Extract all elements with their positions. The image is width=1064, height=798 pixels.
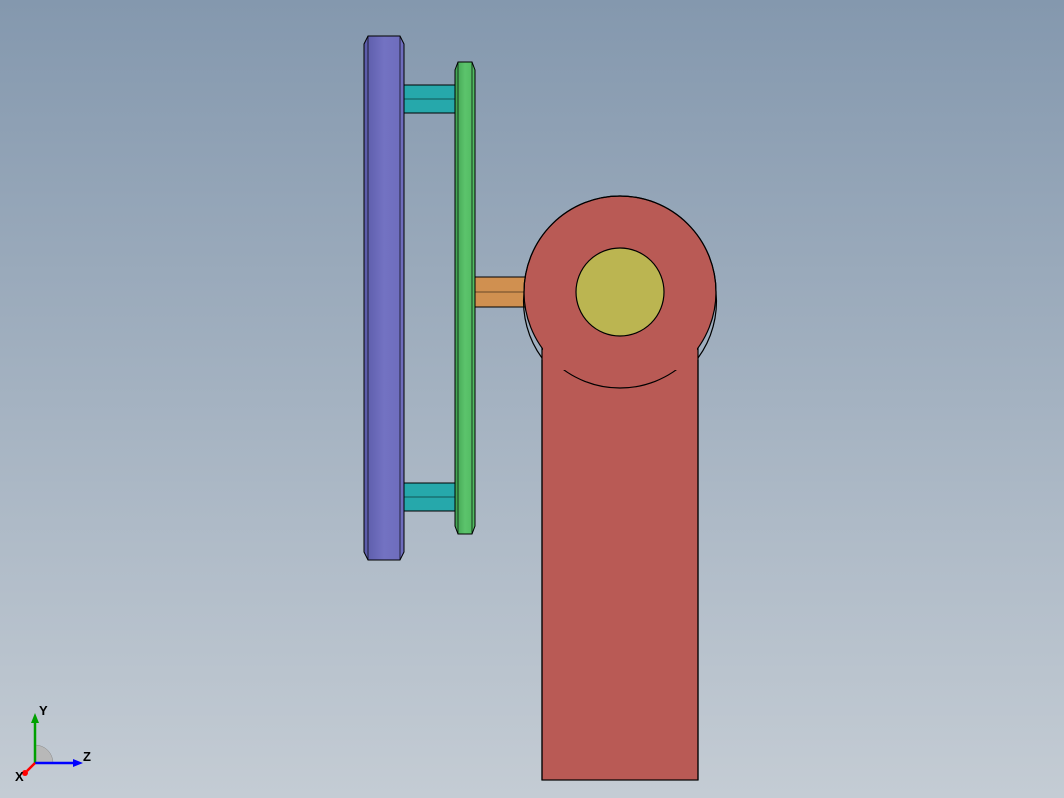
cad-3d-viewport[interactable]: Y Z X	[0, 0, 1064, 798]
purple-disc-plate	[364, 36, 404, 560]
z-axis-label: Z	[83, 749, 91, 764]
y-axis-arrow	[31, 713, 39, 723]
axis-triad[interactable]: Y Z X	[15, 703, 95, 783]
green-disc-plate	[455, 62, 475, 534]
axis-origin-icon	[35, 745, 53, 763]
yellow-pin-endcap	[576, 248, 664, 336]
x-axis-line	[27, 763, 35, 771]
x-axis-label: X	[15, 769, 24, 784]
assembly-drawing	[0, 0, 1064, 798]
y-axis-label: Y	[39, 703, 48, 718]
z-axis-arrow	[73, 759, 83, 767]
